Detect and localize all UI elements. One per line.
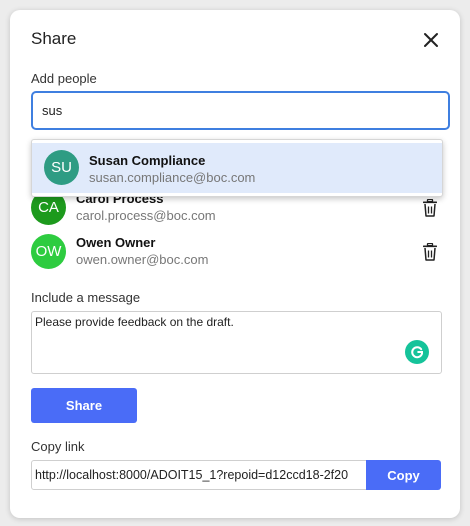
share-button[interactable]: Share: [31, 388, 137, 423]
message-textarea[interactable]: Please provide feedback on the draft.: [31, 311, 442, 374]
person-name: Owen Owner: [76, 235, 156, 250]
trash-icon[interactable]: [422, 198, 438, 217]
suggestion-email: susan.compliance@boc.com: [89, 170, 256, 185]
autocomplete-dropdown: SU Susan Compliance susan.compliance@boc…: [31, 139, 443, 197]
suggestion-name: Susan Compliance: [89, 153, 206, 168]
avatar: SU: [44, 150, 79, 185]
close-icon[interactable]: [420, 29, 442, 51]
dialog-title: Share: [31, 29, 77, 48]
message-label: Include a message: [31, 290, 141, 305]
person-email: carol.process@boc.com: [76, 208, 216, 223]
person-email: owen.owner@boc.com: [76, 252, 209, 267]
grammarly-icon[interactable]: [405, 340, 429, 364]
suggestion-item[interactable]: SU Susan Compliance susan.compliance@boc…: [32, 143, 442, 193]
add-people-input[interactable]: [31, 91, 450, 130]
copy-button[interactable]: Copy: [366, 460, 441, 490]
share-dialog: Share Add people CA Carol Process carol.…: [10, 10, 460, 518]
trash-icon[interactable]: [422, 242, 438, 261]
copy-link-label: Copy link: [31, 439, 85, 454]
link-field[interactable]: [31, 460, 367, 490]
avatar: OW: [31, 234, 66, 269]
add-people-label: Add people: [31, 71, 97, 86]
person-row-owen: OW Owen Owner owen.owner@boc.com: [31, 230, 443, 274]
